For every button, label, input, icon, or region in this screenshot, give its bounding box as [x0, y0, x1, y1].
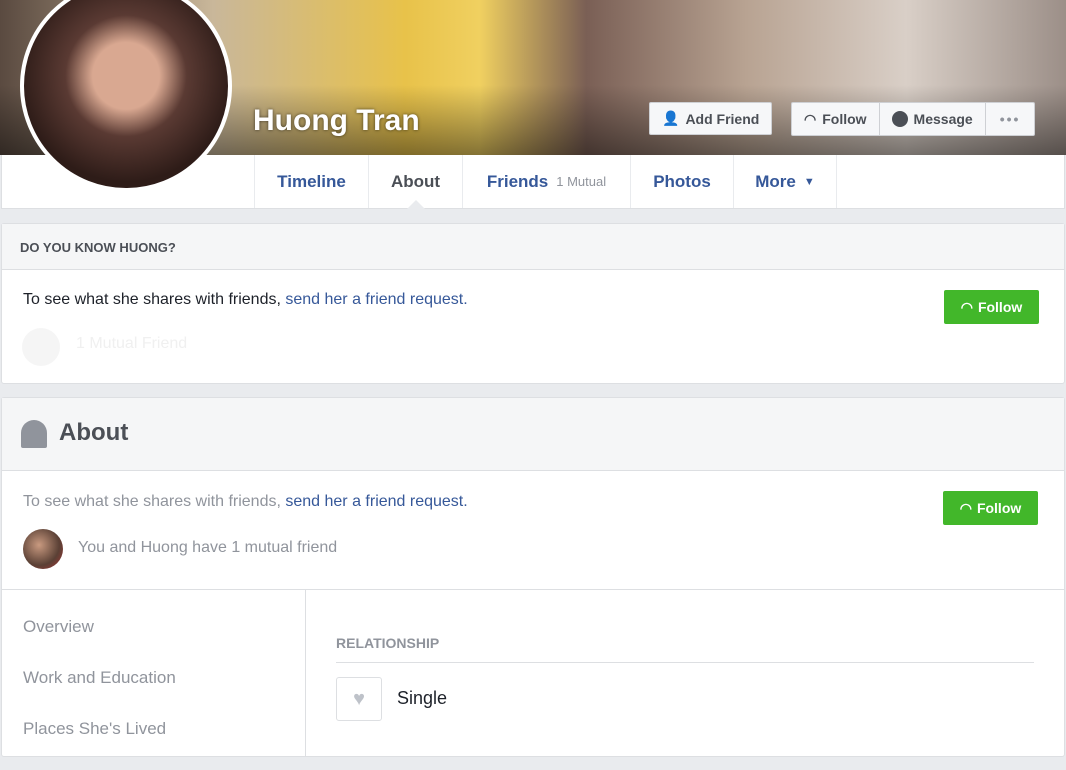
action-group: ◠ Follow Message ••• [791, 102, 1036, 136]
mutual-friend-avatar[interactable] [23, 529, 63, 569]
tab-about[interactable]: About [368, 155, 462, 209]
profile-name[interactable]: Huong Tran [253, 104, 420, 138]
caret-down-icon: ▼ [803, 175, 815, 188]
add-user-icon: 👤 [662, 110, 680, 126]
know-card: DO YOU KNOW HUONG? To see what she share… [1, 223, 1065, 384]
follow-button-green[interactable]: ◠ Follow [944, 290, 1039, 324]
heart-icon: ♥ [336, 677, 382, 721]
sidebar-item-places[interactable]: Places She's Lived [23, 719, 176, 739]
tab-timeline[interactable]: Timeline [254, 155, 368, 208]
relationship-status: Single [397, 688, 448, 708]
about-sidebar: Overview Work and Education Places She's… [23, 617, 176, 770]
add-friend-button[interactable]: 👤 Add Friend [649, 102, 773, 135]
rss-icon: ◠ [960, 298, 973, 315]
rss-icon: ◠ [959, 499, 972, 516]
friend-request-link[interactable]: send her a friend request. [285, 493, 467, 510]
follow-button[interactable]: ◠ Follow [792, 103, 880, 135]
more-options-button[interactable]: ••• [986, 103, 1035, 135]
mutual-friend-text[interactable]: 1 Mutual Friend [76, 335, 187, 353]
mutual-friend-text[interactable]: You and Huong have 1 mutual friend [78, 539, 337, 557]
message-button[interactable]: Message [880, 103, 986, 135]
about-title: About [59, 419, 129, 446]
tab-photos[interactable]: Photos [630, 155, 733, 208]
relationship-heading: RELATIONSHIP [336, 635, 1034, 663]
about-card: About To see what she shares with friend… [1, 397, 1065, 757]
sidebar-item-overview[interactable]: Overview [23, 617, 176, 637]
tab-more[interactable]: More ▼ [733, 155, 837, 208]
tab-friends[interactable]: Friends 1 Mutual [462, 155, 630, 208]
sidebar-item-work-education[interactable]: Work and Education [23, 668, 176, 688]
mutual-friend-avatar[interactable] [22, 328, 60, 366]
person-icon [21, 420, 47, 448]
rss-icon: ◠ [804, 110, 817, 127]
friend-request-link[interactable]: send her a friend request. [285, 291, 467, 308]
messenger-icon [891, 111, 908, 127]
follow-button-green[interactable]: ◠ Follow [943, 491, 1038, 525]
know-title: DO YOU KNOW HUONG? [2, 224, 1064, 270]
